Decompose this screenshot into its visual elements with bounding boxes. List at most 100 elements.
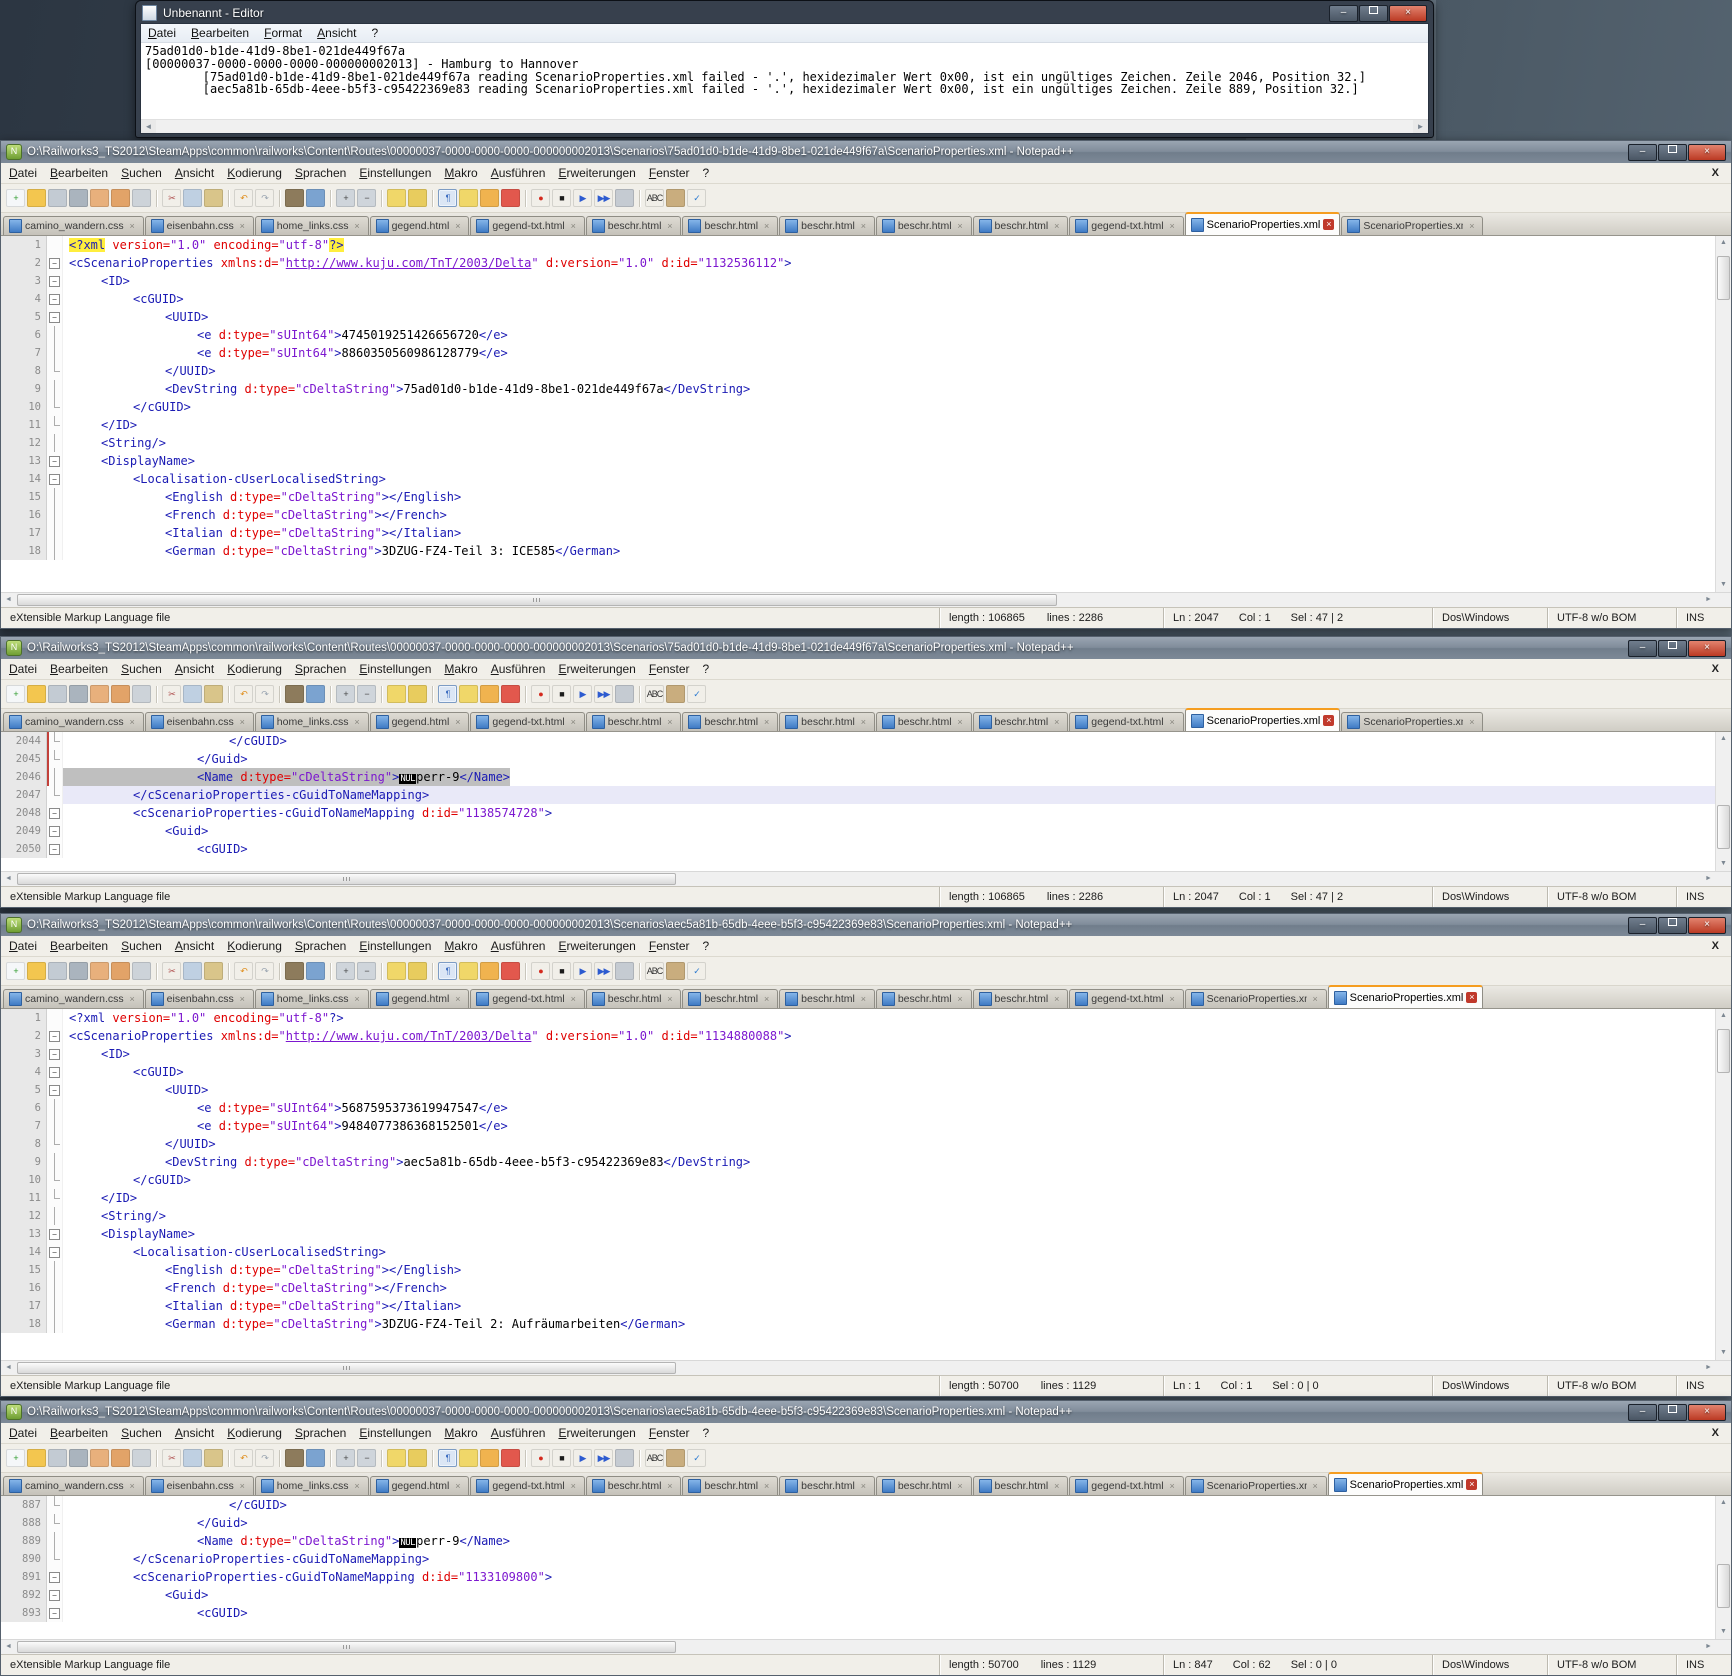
save-recorded-macro-icon[interactable] xyxy=(615,962,634,980)
close-document-icon[interactable] xyxy=(90,685,109,703)
start-recording-icon[interactable]: ● xyxy=(531,189,550,207)
cut-icon[interactable]: ✂ xyxy=(162,685,181,703)
maximize-button[interactable] xyxy=(1658,143,1687,161)
open-folder-icon[interactable] xyxy=(27,1449,46,1467)
tab-close-icon[interactable]: × xyxy=(568,717,579,728)
zoom-in-icon[interactable]: + xyxy=(336,962,355,980)
horizontal-scrollbar[interactable]: ◄ ► xyxy=(1,871,1731,886)
tab-beschr.html[interactable]: beschr.html × xyxy=(682,216,779,235)
code-text[interactable]: <French d:type="cDeltaString"></French> xyxy=(63,1279,1715,1297)
print-icon[interactable] xyxy=(132,962,151,980)
tab-close-icon[interactable]: × xyxy=(664,717,675,728)
code-text[interactable]: <DisplayName> xyxy=(63,452,1715,470)
tab-eisenbahn.css[interactable]: eisenbahn.css × xyxy=(144,1476,254,1495)
scroll-left-arrow-icon[interactable]: ◄ xyxy=(1,872,16,886)
toggle-full-screen-icon[interactable] xyxy=(408,189,427,207)
scroll-up-arrow-icon[interactable]: ▲ xyxy=(1716,236,1731,250)
horizontal-scrollbar[interactable]: ◄ ► xyxy=(1,1360,1731,1375)
tab-gegend-txt.html[interactable]: gegend-txt.html × xyxy=(1069,712,1184,731)
tab-close-icon[interactable]: × xyxy=(955,1481,966,1492)
tab-eisenbahn.css[interactable]: eisenbahn.css × xyxy=(144,216,254,235)
tab-close-icon[interactable]: × xyxy=(1310,994,1321,1005)
menu-item-erweiterungen[interactable]: Erweiterungen xyxy=(558,166,635,180)
tab-close-icon[interactable]: × xyxy=(1466,221,1477,232)
show-all-characters-icon[interactable] xyxy=(459,189,478,207)
code-text[interactable]: <DisplayName> xyxy=(63,1225,1715,1243)
title-bar[interactable]: N O:\Railworks3_TS2012\SteamApps\common\… xyxy=(1,141,1731,163)
code-text[interactable]: <French d:type="cDeltaString"></French> xyxy=(63,506,1715,524)
tab-close-icon[interactable]: × xyxy=(237,1481,248,1492)
maximize-button[interactable] xyxy=(1658,639,1687,657)
menu-item-einstellungen[interactable]: Einstellungen xyxy=(359,1426,431,1440)
spell-check-icon[interactable]: ABC xyxy=(645,189,664,207)
menu-item-ansicht[interactable]: Ansicht xyxy=(175,1426,214,1440)
tab-close-icon[interactable]: × xyxy=(1310,1481,1321,1492)
title-bar[interactable]: N O:\Railworks3_TS2012\SteamApps\common\… xyxy=(1,914,1731,936)
close-button[interactable]: × xyxy=(1688,143,1726,161)
tab-ScenarioProperties.xml[interactable]: ScenarioProperties.xml × xyxy=(1341,216,1484,235)
menu-item-suchen[interactable]: Suchen xyxy=(121,939,162,953)
menu-item-sprachen[interactable]: Sprachen xyxy=(295,662,346,676)
menu-item-?[interactable]: ? xyxy=(703,662,710,676)
copy-icon[interactable] xyxy=(183,1449,202,1467)
code-text[interactable]: <?xml version="1.0" encoding="utf-8"?> xyxy=(63,1009,1715,1027)
function-complete-icon[interactable]: ✓ xyxy=(687,962,706,980)
word-wrap-icon[interactable]: ¶ xyxy=(438,685,457,703)
tab-close-icon[interactable]: × xyxy=(352,994,363,1005)
scroll-right-arrow-icon[interactable]: ► xyxy=(1413,120,1428,133)
tab-close-icon[interactable]: × xyxy=(352,221,363,232)
tab-ScenarioProperties.xml[interactable]: ScenarioProperties.xml × xyxy=(1341,712,1484,731)
menu-item-datei[interactable]: Datei xyxy=(9,1426,37,1440)
undo-icon[interactable]: ↶ xyxy=(234,189,253,207)
code-text[interactable]: <cGUID> xyxy=(63,1063,1715,1081)
horizontal-scroll-thumb[interactable] xyxy=(17,873,677,885)
tab-gegend.html[interactable]: gegend.html × xyxy=(369,216,470,235)
undo-icon[interactable]: ↶ xyxy=(234,1449,253,1467)
menu-item-?[interactable]: ? xyxy=(703,166,710,180)
show-indent-guide-icon[interactable] xyxy=(480,685,499,703)
menu-item-erweiterungen[interactable]: Erweiterungen xyxy=(558,1426,635,1440)
undo-icon[interactable]: ↶ xyxy=(234,962,253,980)
code-text[interactable]: <Guid> xyxy=(63,822,1715,840)
function-complete-icon[interactable]: ✓ xyxy=(687,685,706,703)
editor-area[interactable]: 887 </cGUID> 888 </Guid> 889 <Name d:type="cD… xyxy=(1,1496,1731,1639)
menu-item-ausfhren[interactable]: Ausführen xyxy=(491,1426,546,1440)
tab-beschr.html[interactable]: beschr.html × xyxy=(875,989,972,1008)
scroll-up-arrow-icon[interactable]: ▲ xyxy=(1716,1496,1731,1510)
scroll-left-arrow-icon[interactable]: ◄ xyxy=(1,1361,16,1375)
code-text[interactable]: </cGUID> xyxy=(63,398,1715,416)
tab-beschr.html[interactable]: beschr.html × xyxy=(585,1476,682,1495)
menu-item-einstellungen[interactable]: Einstellungen xyxy=(359,166,431,180)
open-folder-icon[interactable] xyxy=(27,189,46,207)
tab-close-icon[interactable]: × xyxy=(1466,717,1477,728)
user-defined-dialog-icon[interactable] xyxy=(501,685,520,703)
menu-item-bearbeiten[interactable]: Bearbeiten xyxy=(50,939,108,953)
menu-item-einstellungen[interactable]: Einstellungen xyxy=(359,662,431,676)
run-macro-multiple-times-icon[interactable]: ▶▶ xyxy=(594,962,613,980)
code-text[interactable]: <Italian d:type="cDeltaString"></Italian… xyxy=(63,1297,1715,1315)
save-all-icon[interactable] xyxy=(69,685,88,703)
code-area[interactable]: 887 </cGUID> 888 </Guid> 889 <Name d:type="cD… xyxy=(1,1496,1715,1639)
zoom-out-icon[interactable]: − xyxy=(357,189,376,207)
tab-camino_wandern.css[interactable]: camino_wandern.css × xyxy=(3,989,144,1008)
fold-margin-box-icon[interactable] xyxy=(47,272,63,290)
tab-close-icon[interactable]: × xyxy=(664,994,675,1005)
document-map-icon[interactable] xyxy=(666,1449,685,1467)
find-icon[interactable] xyxy=(285,685,304,703)
stop-recording-icon[interactable]: ■ xyxy=(552,962,571,980)
fold-margin-box-icon[interactable] xyxy=(47,1045,63,1063)
code-text[interactable]: <English d:type="cDeltaString"></English… xyxy=(63,488,1715,506)
maximize-button[interactable] xyxy=(1658,1403,1687,1421)
stop-recording-icon[interactable]: ■ xyxy=(552,1449,571,1467)
find-replace-icon[interactable] xyxy=(306,1449,325,1467)
start-recording-icon[interactable]: ● xyxy=(531,962,550,980)
document-close-icon[interactable]: X xyxy=(1708,940,1723,952)
document-map-icon[interactable] xyxy=(666,685,685,703)
scroll-down-arrow-icon[interactable]: ▼ xyxy=(1716,1346,1731,1360)
playback-macro-icon[interactable]: ▶ xyxy=(573,1449,592,1467)
tab-beschr.html[interactable]: beschr.html × xyxy=(875,712,972,731)
notepad-text-area[interactable]: 75ad01d0-b1de-41d9-8be1-021de449f67a [000… xyxy=(141,43,1428,119)
horizontal-scroll-thumb[interactable] xyxy=(17,594,1057,606)
menu-item-erweiterungen[interactable]: Erweiterungen xyxy=(558,939,635,953)
tab-beschr.html[interactable]: beschr.html × xyxy=(875,1476,972,1495)
